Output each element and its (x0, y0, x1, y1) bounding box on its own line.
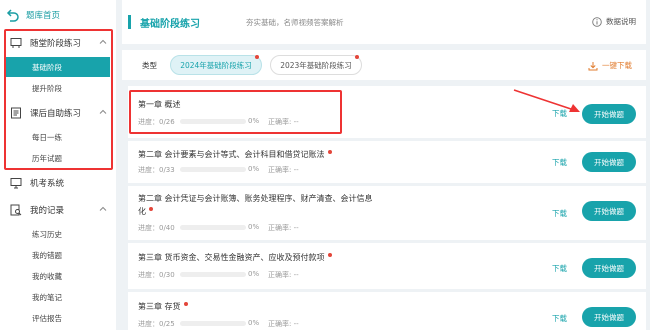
download-all-button[interactable]: 一键下载 (588, 60, 632, 71)
chapter-title: 第三章 存货 (138, 300, 188, 313)
data-note-label: 数据说明 (606, 17, 636, 26)
new-dot (149, 207, 153, 211)
chapter-card: 第二章 会计凭证与会计账簿、账务处理程序、财产清查、会计信息化 进度：0/40 … (128, 186, 646, 240)
page-subtitle: 夯实基础，名师视频答案解析 (246, 18, 344, 27)
sidebar-item-report[interactable]: 评估报告 (0, 308, 116, 328)
new-dot (327, 253, 332, 257)
progress-bar (180, 272, 246, 277)
start-button[interactable]: 开始做题 (582, 104, 636, 124)
chapter-card: 第三章 存货 进度：0/25 0% 正确率: -- 下载 开始做题 (128, 292, 646, 330)
sidebar-group-label: 机考系统 (30, 179, 65, 189)
start-button[interactable]: 开始做题 (582, 201, 636, 221)
progress-label: 进度：0/40 (138, 224, 175, 232)
chapter-card: 第三章 货币资金、交易性金融资产、应收及预付款项 进度：0/30 0% 正确率:… (128, 243, 646, 289)
progress-percent: 0% (248, 270, 260, 278)
main-content: 基础阶段练习 夯实基础，名师视频答案解析 数据说明 类型 2024年基础阶段练习… (122, 0, 650, 330)
new-dot (355, 55, 359, 59)
progress-percent: 0% (248, 319, 260, 327)
tab-2024-basic[interactable]: 2024年基础阶段练习 (170, 55, 262, 75)
tab-label: 2024年基础阶段练习 (180, 60, 252, 70)
download-icon (588, 61, 598, 71)
progress-bar (180, 321, 246, 326)
accuracy-label: 正确率: -- (268, 166, 299, 174)
sidebar-item-practice-history[interactable]: 练习历史 (0, 224, 116, 244)
progress-bar (180, 167, 246, 172)
tab-label: 2023年基础阶段练习 (280, 60, 352, 70)
progress-label: 进度：0/30 (138, 271, 175, 279)
home-link[interactable]: 题库首页 (6, 6, 60, 24)
annotation-box-sidebar (4, 29, 113, 170)
download-link[interactable]: 下载 (552, 208, 567, 219)
title-accent-bar (128, 15, 131, 29)
new-dot (327, 150, 332, 154)
download-link[interactable]: 下载 (552, 108, 567, 119)
start-button[interactable]: 开始做题 (582, 152, 636, 172)
page-title: 基础阶段练习 (140, 19, 200, 30)
chapter-card: 第二章 会计要素与会计等式、会计科目和借贷记账法 进度：0/33 0% 正确率:… (128, 141, 646, 183)
sidebar-group-label: 我的记录 (30, 206, 65, 216)
filter-bar: 类型 2024年基础阶段练习 2023年基础阶段练习 一键下载 (122, 50, 646, 80)
accuracy-label: 正确率: -- (268, 224, 299, 232)
new-dot (255, 55, 259, 59)
chevron-up-icon (98, 204, 108, 214)
search-doc-icon (10, 204, 22, 216)
progress-label: 进度：0/25 (138, 320, 175, 328)
back-arrow-icon (6, 8, 20, 22)
chapter-title: 第二章 会计凭证与会计账簿、账务处理程序、财产清查、会计信息化 (138, 194, 373, 216)
sidebar-item-favorites[interactable]: 我的收藏 (0, 266, 116, 286)
type-label: 类型 (142, 61, 157, 70)
new-dot (183, 302, 188, 306)
monitor-icon (10, 177, 22, 189)
download-all-label: 一键下载 (602, 61, 632, 70)
accuracy-label: 正确率: -- (268, 271, 299, 279)
page-header: 基础阶段练习 夯实基础，名师视频答案解析 数据说明 (122, 0, 646, 44)
progress-percent: 0% (248, 223, 260, 231)
accuracy-label: 正确率: -- (268, 320, 299, 328)
info-icon (592, 16, 602, 27)
home-label: 题库首页 (26, 11, 61, 21)
data-note-link[interactable]: 数据说明 (592, 16, 636, 27)
download-link[interactable]: 下载 (552, 263, 567, 274)
start-button[interactable]: 开始做题 (582, 258, 636, 278)
start-button[interactable]: 开始做题 (582, 307, 636, 327)
annotation-box-chapter (129, 90, 342, 134)
chapter-title: 第二章 会计要素与会计等式、会计科目和借贷记账法 (138, 148, 332, 161)
sidebar-group-my-records[interactable]: 我的记录 (0, 199, 116, 221)
sidebar-item-wrong-questions[interactable]: 我的错题 (0, 245, 116, 265)
progress-percent: 0% (248, 165, 260, 173)
chapter-title: 第三章 货币资金、交易性金融资产、应收及预付款项 (138, 251, 332, 264)
download-link[interactable]: 下载 (552, 157, 567, 168)
sidebar-item-notes[interactable]: 我的笔记 (0, 287, 116, 307)
download-link[interactable]: 下载 (552, 313, 567, 324)
progress-label: 进度：0/33 (138, 166, 175, 174)
sidebar-group-exam-system[interactable]: 机考系统 (0, 172, 116, 194)
progress-bar (180, 225, 246, 230)
tab-2023-basic[interactable]: 2023年基础阶段练习 (270, 55, 362, 75)
